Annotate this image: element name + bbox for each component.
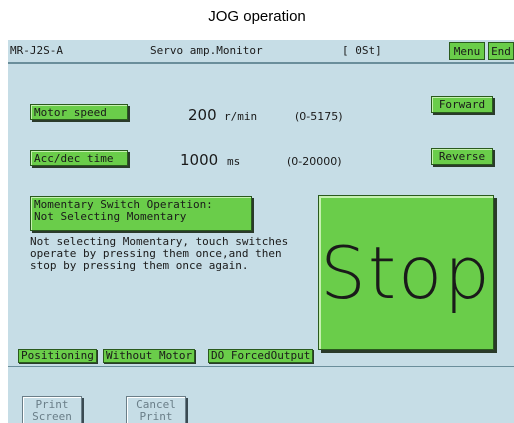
cancel-print-line2: Print bbox=[139, 410, 173, 423]
menu-button[interactable]: Menu bbox=[449, 42, 485, 60]
acc-dec-time-range: (0-20000) bbox=[287, 155, 342, 168]
motor-speed-unit: r/min bbox=[224, 110, 258, 123]
tab-without-motor[interactable]: Without Motor bbox=[103, 349, 196, 363]
tab-do-forced-output[interactable]: DO ForcedOutput bbox=[208, 349, 314, 363]
description-line3: stop by pressing them once again. bbox=[30, 259, 249, 272]
model-label: MR-J2S-A bbox=[10, 44, 63, 57]
screen-name-label: Servo amp.Monitor bbox=[150, 44, 263, 57]
cancel-print-button[interactable]: Cancel Print bbox=[126, 396, 186, 423]
motor-speed-value: 200 bbox=[188, 106, 217, 124]
hmi-screen: MR-J2S-A Servo amp.Monitor [ 0St] Menu E… bbox=[8, 40, 514, 423]
tab-positioning[interactable]: Positioning bbox=[18, 349, 97, 363]
print-screen-line2: Screen bbox=[32, 410, 72, 423]
stop-button[interactable]: Stop bbox=[318, 195, 494, 350]
acc-dec-time-button[interactable]: Acc/dec time bbox=[30, 150, 128, 166]
momentary-description: Not selecting Momentary, touch switches … bbox=[30, 236, 300, 272]
momentary-switch-button[interactable]: Momentary Switch Operation: Not Selectin… bbox=[30, 196, 252, 231]
end-button[interactable]: End bbox=[488, 42, 514, 60]
motor-speed-button[interactable]: Motor speed bbox=[30, 104, 128, 120]
divider bbox=[8, 366, 514, 367]
page-title: JOG operation bbox=[208, 8, 306, 25]
reverse-button[interactable]: Reverse bbox=[431, 148, 493, 165]
acc-dec-time-value: 1000 bbox=[180, 151, 219, 169]
momentary-line2: Not Selecting Momentary bbox=[34, 210, 187, 223]
stop-label: Stop bbox=[320, 230, 492, 315]
station-label: [ 0St] bbox=[342, 44, 382, 57]
motor-speed-range: (0-5175) bbox=[295, 110, 343, 123]
print-screen-button[interactable]: Print Screen bbox=[22, 396, 82, 423]
title-bar: MR-J2S-A Servo amp.Monitor [ 0St] Menu E… bbox=[8, 40, 514, 64]
acc-dec-time-unit: ms bbox=[227, 155, 241, 168]
forward-button[interactable]: Forward bbox=[431, 96, 493, 113]
